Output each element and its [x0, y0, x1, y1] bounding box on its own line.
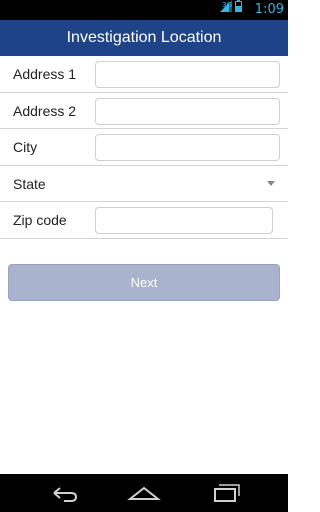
status-bar: 3G 1:09 [0, 0, 288, 20]
navigation-bar [0, 474, 288, 512]
city-field[interactable] [95, 134, 280, 162]
app-bar: Investigation Location [0, 20, 288, 56]
address1-label: Address 1 [13, 66, 77, 82]
next-button[interactable]: Next [8, 264, 280, 301]
state-select[interactable]: State [0, 166, 288, 203]
recent-apps-icon[interactable] [204, 480, 244, 506]
address1-field[interactable] [95, 61, 280, 88]
address2-label: Address 2 [13, 102, 77, 119]
home-icon[interactable] [124, 480, 164, 506]
zip-row: Zip code [0, 202, 288, 239]
state-label: State [13, 175, 46, 192]
address2-field[interactable] [95, 97, 280, 125]
status-icons [220, 0, 242, 17]
battery-icon [235, 0, 242, 17]
dropdown-caret-icon [267, 180, 275, 186]
back-icon[interactable] [44, 480, 84, 506]
city-label: City [13, 139, 38, 156]
signal-icon [220, 0, 232, 17]
zip-label: Zip code [13, 212, 67, 229]
address2-row: Address 2 [0, 93, 288, 130]
clock: 1:09 [254, 2, 284, 17]
address-form: Address 1 Address 2 City State Zip code [0, 56, 288, 239]
zip-code-field[interactable] [95, 207, 273, 235]
city-row: City [0, 129, 288, 166]
address1-row: Address 1 [0, 56, 288, 93]
page-title: Investigation Location [66, 29, 222, 46]
